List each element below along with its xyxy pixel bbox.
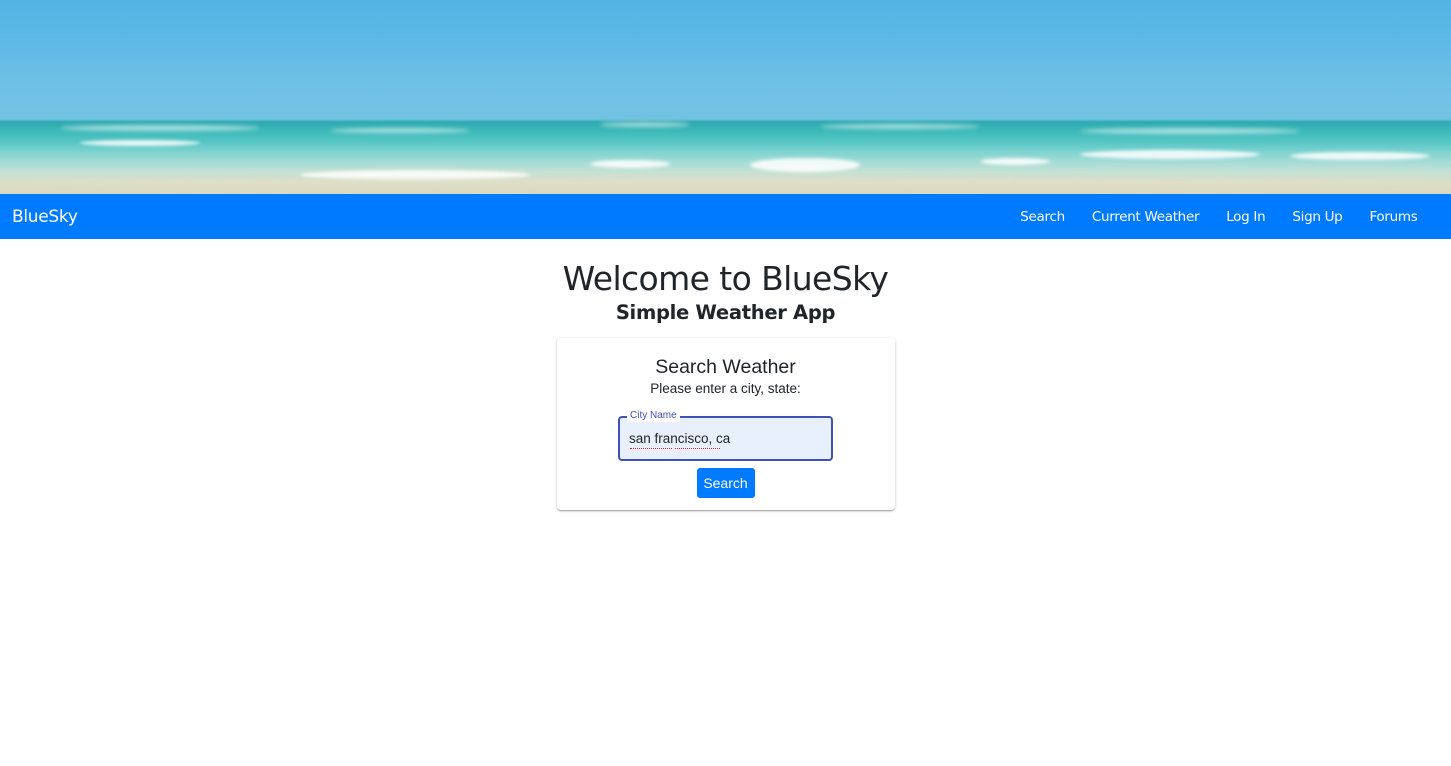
city-name-field: City Name bbox=[618, 410, 833, 461]
hero-banner-image bbox=[0, 0, 1451, 194]
city-name-input[interactable] bbox=[620, 418, 831, 459]
card-title: Search Weather bbox=[655, 356, 796, 378]
main-content: Welcome to BlueSky Simple Weather App Se… bbox=[0, 239, 1451, 510]
page-subtitle: Simple Weather App bbox=[615, 301, 836, 324]
page-title: Welcome to BlueSky bbox=[562, 259, 889, 298]
brand-logo-link[interactable]: BlueSky bbox=[12, 207, 78, 227]
nav-links: Search Current Weather Log In Sign Up Fo… bbox=[1007, 209, 1431, 225]
search-weather-card: Search Weather Please enter a city, stat… bbox=[556, 338, 895, 510]
spellcheck-underline bbox=[675, 446, 720, 449]
nav-link-forums[interactable]: Forums bbox=[1356, 209, 1431, 225]
nav-link-log-in[interactable]: Log In bbox=[1213, 209, 1279, 225]
nav-link-search[interactable]: Search bbox=[1007, 209, 1079, 225]
search-button[interactable]: Search bbox=[696, 468, 755, 498]
spellcheck-underline bbox=[630, 446, 672, 449]
card-instructions: Please enter a city, state: bbox=[650, 381, 801, 396]
nav-link-sign-up[interactable]: Sign Up bbox=[1279, 209, 1356, 225]
nav-link-current-weather[interactable]: Current Weather bbox=[1078, 209, 1212, 225]
top-navbar: BlueSky Search Current Weather Log In Si… bbox=[0, 194, 1451, 239]
